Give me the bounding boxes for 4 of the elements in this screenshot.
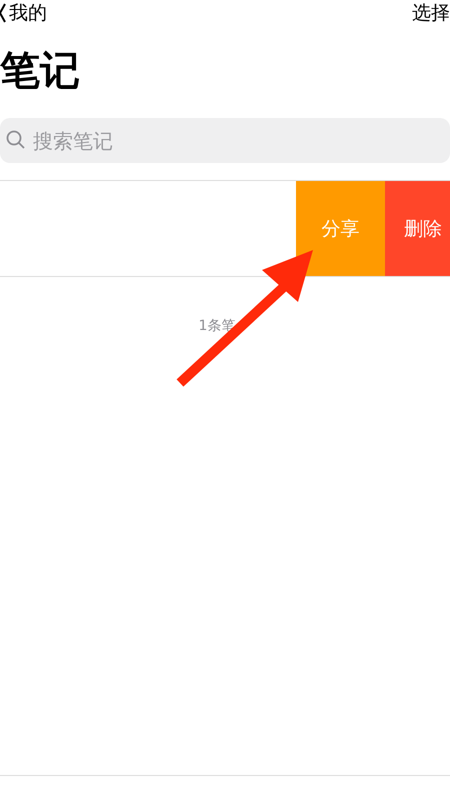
back-button[interactable]: 我的 bbox=[0, 0, 47, 26]
search-field[interactable]: 搜索笔记 bbox=[0, 118, 450, 163]
select-button[interactable]: 选择 bbox=[412, 0, 450, 26]
chevron-icon bbox=[0, 3, 6, 23]
